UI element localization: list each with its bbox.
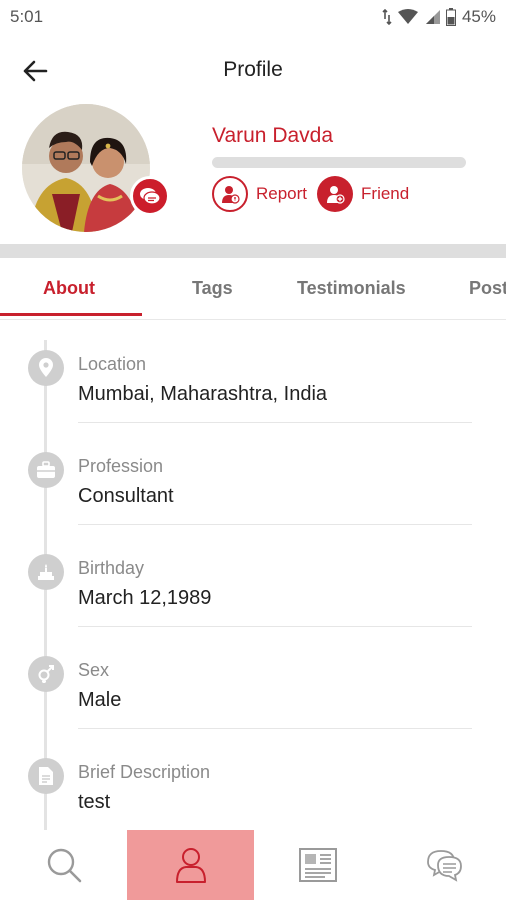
profile-actions: Report Friend	[212, 176, 419, 212]
signal-icon	[424, 9, 440, 25]
detail-value: test	[78, 791, 111, 813]
friend-button[interactable]: Friend	[317, 176, 409, 212]
detail-label: Location	[78, 354, 147, 374]
report-label: Report	[256, 184, 308, 203]
search-icon	[47, 848, 81, 883]
tab-testimonials[interactable]: Testimonials	[297, 278, 406, 299]
page-title: Profile	[223, 58, 283, 81]
battery-percent: 45%	[461, 7, 496, 26]
tab-about[interactable]: About	[43, 278, 95, 299]
detail-value: Mumbai, Maharashtra, India	[78, 383, 328, 405]
gender-icon	[28, 656, 64, 692]
nav-chat[interactable]	[381, 830, 506, 900]
location-pin-icon	[28, 350, 64, 386]
tab-tags[interactable]: Tags	[192, 278, 233, 299]
detail-value: March 12,1989	[78, 587, 212, 609]
briefcase-icon	[28, 452, 64, 488]
detail-label: Profession	[78, 456, 164, 476]
status-time: 5:01	[10, 7, 44, 26]
report-button[interactable]: Report	[212, 176, 307, 212]
chat-bubbles-icon	[140, 188, 161, 205]
avatar[interactable]	[22, 104, 150, 232]
nav-search[interactable]	[0, 830, 127, 900]
nav-news[interactable]	[254, 830, 381, 900]
status-bar: 5:01 45%	[0, 0, 506, 34]
add-friend-icon	[317, 176, 354, 212]
detail-label: Sex	[78, 660, 110, 680]
section-divider	[0, 244, 506, 258]
document-icon	[28, 758, 64, 794]
profile-tabs: About Tags Testimonials Post	[0, 258, 506, 320]
friend-label: Friend	[361, 184, 410, 203]
detail-value: Consultant	[78, 485, 174, 507]
detail-label: Birthday	[78, 558, 145, 578]
message-button[interactable]	[130, 176, 170, 216]
battery-icon	[445, 8, 456, 26]
app-bar: Profile	[0, 40, 506, 100]
bottom-navigation	[0, 830, 506, 900]
profile-name: Varun Davda	[212, 124, 334, 147]
chat-bubbles-icon	[426, 850, 462, 882]
tab-post[interactable]: Post	[469, 278, 506, 299]
divider	[78, 422, 472, 423]
profile-avatar-wrap	[22, 104, 170, 232]
person-icon	[175, 848, 206, 883]
cake-icon	[28, 554, 64, 590]
active-tab-indicator	[0, 313, 142, 316]
wifi-icon	[397, 9, 418, 25]
detail-value: Male	[78, 689, 122, 711]
status-icons: 45%	[382, 7, 496, 27]
nav-profile[interactable]	[127, 830, 254, 900]
report-user-icon	[212, 176, 248, 212]
profile-subtitle-placeholder	[212, 157, 466, 168]
detail-label: Brief Description	[78, 762, 211, 782]
data-arrows-icon	[382, 9, 392, 25]
divider	[78, 728, 472, 729]
newspaper-icon	[298, 848, 337, 882]
divider	[78, 524, 472, 525]
divider	[78, 626, 472, 627]
